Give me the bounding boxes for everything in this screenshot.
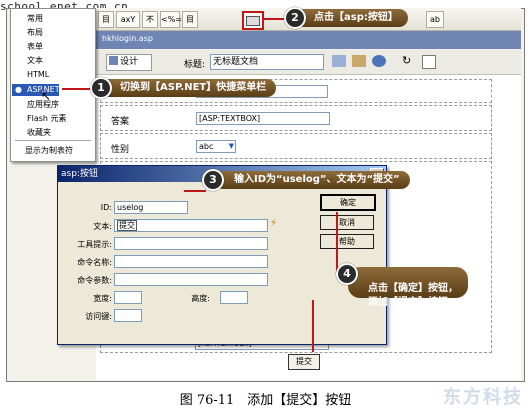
file-tab-bar: hkhlogin.asp — [96, 31, 521, 49]
tooltip-label: 工具提示: — [77, 240, 112, 249]
width-input[interactable] — [114, 291, 142, 304]
callout-3-number: 3 — [202, 169, 224, 191]
answer-textbox[interactable]: [ASP:TEXTBOX] — [196, 112, 330, 125]
menu-item-text[interactable]: 文本 — [27, 55, 43, 66]
form-row: 性别 abc ▼ — [100, 133, 492, 159]
view-options-icon[interactable] — [422, 55, 436, 69]
id-input[interactable]: uselog — [114, 201, 188, 214]
toolbar-button-1[interactable]: 目 — [98, 11, 114, 28]
menu-item-html[interactable]: HTML — [27, 70, 49, 79]
toolbar-button-2[interactable]: axY — [116, 11, 140, 28]
insert-category-menu: 常用 布局 表单 文本 HTML ● ASP.NET 应用程序 Flash 元素… — [10, 8, 96, 162]
menu-item-layout[interactable]: 布局 — [27, 27, 43, 38]
callout-2-arrow — [262, 18, 286, 20]
text-input-value: 提交 — [117, 220, 137, 231]
callout-3: 输入ID为“uselog”、文本为“提交” — [214, 171, 410, 189]
mouse-cursor-icon: ↖ — [41, 89, 52, 103]
callout-2-text: 点击【asp:按钮】 — [314, 12, 398, 23]
callout-1: 切换到【ASP.NET】快捷菜单栏 — [100, 79, 277, 97]
refresh-icon[interactable]: ↻ — [402, 54, 411, 67]
callout-4-number: 4 — [336, 263, 358, 285]
menu-item-forms[interactable]: 表单 — [27, 41, 43, 52]
height-label: 高度: — [191, 294, 210, 303]
callout-4-arrow-down — [312, 300, 314, 352]
answer-label: 答案 — [111, 117, 130, 127]
command-arg-label: 命令参数: — [77, 276, 112, 285]
callout-2-number: 2 — [284, 7, 306, 29]
cancel-button[interactable]: 取消 — [320, 215, 374, 230]
callout-1-text: 切换到【ASP.NET】快捷菜单栏 — [120, 82, 267, 93]
height-input[interactable] — [220, 291, 248, 304]
chevron-down-icon: ▼ — [228, 142, 234, 150]
callout-4-text: 点击【确定】按钮， 添加【提交】按钮 — [368, 283, 458, 308]
ok-button[interactable]: 确定 — [320, 194, 376, 211]
page-title-input[interactable]: 无标题文档 — [210, 54, 324, 70]
callout-4: 点击【确定】按钮， 添加【提交】按钮 — [348, 267, 468, 308]
design-icon — [109, 56, 118, 65]
access-key-input[interactable] — [114, 309, 142, 322]
figure-caption: 图 76-11 添加【提交】按钮 — [179, 393, 352, 408]
validate-icon[interactable] — [332, 55, 346, 67]
lightning-icon[interactable]: ⚡ — [270, 218, 277, 229]
menu-item-favorites[interactable]: 收藏夹 — [27, 127, 51, 138]
file-tab[interactable]: hkhlogin.asp — [102, 34, 153, 43]
page-title-label: 标题: — [184, 60, 206, 70]
dialog-title: asp:按钮 — [61, 169, 98, 179]
selected-bullet-icon: ● — [15, 85, 22, 94]
text-label: 文本: — [93, 222, 112, 231]
submit-button[interactable]: 提交 — [288, 354, 320, 370]
command-name-input[interactable] — [114, 255, 268, 268]
gender-select-value: abc — [199, 142, 214, 151]
help-button[interactable]: 帮助 — [320, 234, 374, 249]
callout-3-text: 输入ID为“uselog”、文本为“提交” — [234, 174, 400, 185]
callout-1-number: 1 — [90, 77, 112, 99]
text-input[interactable]: 提交 — [114, 219, 268, 232]
document-toolbar: 设计 标题: 无标题文档 ↻ — [96, 50, 521, 75]
browser-icon[interactable] — [372, 55, 386, 67]
access-key-label: 访问键: — [85, 312, 112, 321]
command-name-label: 命令名称: — [77, 258, 112, 267]
asp-button-tool[interactable] — [242, 11, 264, 30]
toolbar-button-5[interactable]: 目 — [182, 11, 198, 28]
id-label: ID: — [100, 203, 112, 212]
command-arg-input[interactable] — [114, 273, 268, 286]
preview-icon[interactable] — [352, 55, 366, 67]
form-row: 答案 [ASP:TEXTBOX] — [100, 105, 492, 131]
design-label: 设计 — [120, 57, 139, 67]
design-view-button[interactable]: 设计 — [106, 54, 152, 71]
toolbar-button-3[interactable]: 不 — [142, 11, 158, 28]
callout-3-arrow — [184, 190, 206, 192]
callout-2: 点击【asp:按钮】 — [294, 9, 408, 27]
width-label: 宽度: — [93, 294, 112, 303]
ab-tool[interactable]: ab — [426, 11, 444, 28]
menu-item-flash[interactable]: Flash 元素 — [27, 113, 67, 124]
toolbar-button-4[interactable]: <%= — [160, 11, 182, 28]
gender-select[interactable]: abc ▼ — [196, 140, 236, 153]
tooltip-input[interactable] — [114, 237, 268, 250]
button-icon — [246, 16, 260, 26]
menu-separator — [15, 140, 91, 141]
gender-label: 性别 — [111, 145, 130, 155]
menu-item-common[interactable]: 常用 — [27, 13, 43, 24]
menu-item-show-as-tabs[interactable]: 显示为制表符 — [25, 145, 73, 156]
callout-4-arrow-up — [336, 212, 338, 272]
